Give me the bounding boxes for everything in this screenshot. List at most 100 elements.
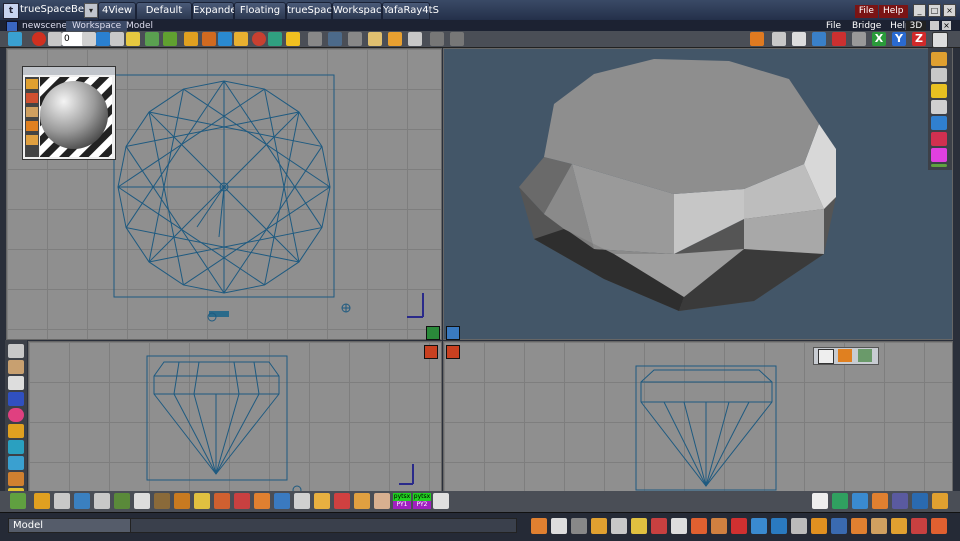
tool-q-icon[interactable] — [334, 493, 350, 509]
st-c-icon[interactable] — [571, 518, 587, 534]
up-arrow-icon[interactable] — [430, 32, 444, 46]
step-back-icon[interactable] — [48, 32, 62, 46]
select-tool-icon[interactable] — [202, 32, 216, 46]
tool-b-icon[interactable] — [34, 493, 50, 509]
keyframe-icon[interactable] — [126, 32, 140, 46]
view-mode-label[interactable]: 3D — [906, 21, 926, 31]
material-panel[interactable] — [22, 66, 116, 160]
torus-icon[interactable] — [8, 440, 24, 454]
chevron-down-icon[interactable]: ▾ — [84, 3, 98, 18]
lights-icon[interactable] — [931, 84, 947, 98]
tool-r-icon[interactable] — [354, 493, 370, 509]
script-editor-icon[interactable] — [433, 493, 449, 509]
material-icon[interactable] — [234, 32, 248, 46]
cone-icon[interactable] — [8, 392, 24, 406]
st-m-icon[interactable] — [771, 518, 787, 534]
pointer-icon[interactable] — [818, 349, 834, 364]
st-n-icon[interactable] — [791, 518, 807, 534]
layout-tab-workspace[interactable]: Workspace — [332, 2, 388, 20]
select-icon[interactable] — [8, 344, 24, 358]
st-u-icon[interactable] — [931, 518, 947, 534]
bottom-render-icon[interactable] — [872, 493, 888, 509]
tool-h-icon[interactable] — [154, 493, 170, 509]
tool-g-icon[interactable] — [134, 493, 150, 509]
axis-z-button[interactable]: Z — [912, 32, 926, 46]
tab-workspace[interactable]: Workspace — [66, 21, 128, 31]
maximize-icon[interactable]: □ — [928, 4, 941, 17]
st-q-icon[interactable] — [851, 518, 867, 534]
filter-icon[interactable] — [931, 132, 947, 146]
knife-icon[interactable] — [388, 32, 402, 46]
tool-d-icon[interactable] — [74, 493, 90, 509]
play-icon[interactable] — [96, 32, 110, 46]
tool-icon[interactable] — [368, 32, 382, 46]
sphere-icon[interactable] — [252, 32, 266, 46]
sphere-primitive-icon[interactable] — [8, 408, 24, 422]
tool-o-icon[interactable] — [294, 493, 310, 509]
layout-tab-default[interactable]: Default — [136, 2, 192, 20]
st-e-icon[interactable] — [611, 518, 627, 534]
deform-icon[interactable] — [8, 472, 24, 486]
links-icon[interactable] — [931, 100, 947, 114]
bottom-ring-icon[interactable] — [912, 493, 928, 509]
down-arrow-icon[interactable] — [450, 32, 464, 46]
reflect-icon[interactable] — [26, 135, 38, 145]
snap-icon[interactable] — [832, 32, 846, 46]
file-menu-2[interactable]: File — [826, 21, 841, 31]
bottom-pin-icon[interactable] — [932, 493, 948, 509]
rotate-icon[interactable] — [328, 32, 342, 46]
navigation-icon[interactable] — [932, 32, 948, 48]
move-icon[interactable] — [308, 32, 322, 46]
axis-y-button[interactable]: Y — [892, 32, 906, 46]
minimize-icon[interactable]: _ — [913, 4, 926, 17]
avatar-icon[interactable] — [374, 493, 390, 509]
axis-x-button[interactable]: X — [872, 32, 886, 46]
bridge-menu[interactable]: Bridge — [852, 21, 881, 31]
app-icon[interactable]: t — [3, 3, 19, 19]
tool-p-icon[interactable] — [314, 493, 330, 509]
layout-tab-yafaray[interactable]: YafaRay4tS — [382, 2, 439, 20]
help-menu[interactable]: Help — [878, 5, 908, 18]
py2-button[interactable]: pytsx PY2 — [413, 493, 431, 510]
st-o-icon[interactable] — [811, 518, 827, 534]
tree-icon[interactable] — [931, 164, 947, 167]
light-icon[interactable] — [812, 32, 826, 46]
viewport-perspective[interactable] — [443, 48, 953, 340]
paint-icon[interactable] — [268, 32, 282, 46]
bottom-pointer-icon[interactable] — [812, 493, 828, 509]
object-tool-icon[interactable] — [184, 32, 198, 46]
st-p-icon[interactable] — [831, 518, 847, 534]
primitive-icon[interactable] — [218, 32, 232, 46]
lasso-icon[interactable] — [8, 360, 24, 374]
frame-field[interactable]: 0 — [62, 32, 84, 46]
bottom-axis-icon[interactable] — [892, 493, 908, 509]
pencil-icon[interactable] — [286, 32, 300, 46]
viewport-toggle-icon-2[interactable] — [446, 326, 460, 340]
tool-c-icon[interactable] — [54, 493, 70, 509]
shader-icon[interactable] — [26, 79, 38, 89]
st-i-icon[interactable] — [691, 518, 707, 534]
brush-icon[interactable] — [163, 32, 177, 46]
bottom-plane-icon[interactable] — [852, 493, 868, 509]
loop-icon[interactable] — [82, 32, 96, 46]
texture-icon[interactable] — [26, 107, 38, 117]
record-icon[interactable] — [32, 32, 46, 46]
object-select-icon[interactable] — [838, 349, 852, 362]
tool-j-icon[interactable] — [194, 493, 210, 509]
viewport-front[interactable] — [28, 341, 442, 493]
st-b-icon[interactable] — [551, 518, 567, 534]
st-h-icon[interactable] — [671, 518, 687, 534]
step-forward-icon[interactable] — [110, 32, 124, 46]
cylinder-icon[interactable] — [8, 456, 24, 470]
cube-icon[interactable] — [8, 424, 24, 438]
layout-tab-4view[interactable]: 4View — [98, 2, 136, 20]
color-icon[interactable] — [26, 93, 38, 103]
close-icon-2[interactable]: × — [942, 21, 951, 30]
st-t-icon[interactable] — [911, 518, 927, 534]
layout-tab-expanded[interactable]: Expanded — [192, 2, 243, 20]
st-s-icon[interactable] — [891, 518, 907, 534]
render-icon[interactable] — [750, 32, 764, 46]
tool-m-icon[interactable] — [254, 493, 270, 509]
tool-e-icon[interactable] — [94, 493, 110, 509]
physics-icon[interactable] — [931, 116, 947, 130]
